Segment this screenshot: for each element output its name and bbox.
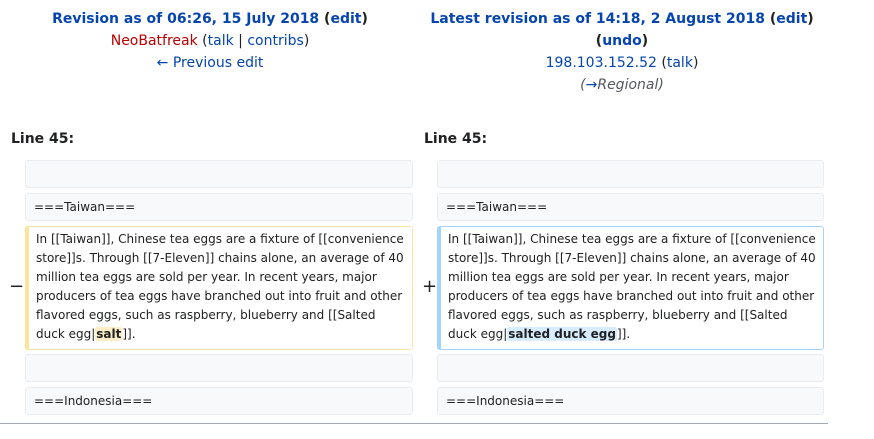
old-revision-link[interactable]: Revision as of 06:26, 15 July 2018 xyxy=(52,11,319,27)
deleted-word: salt xyxy=(95,327,123,341)
context-line-empty xyxy=(25,160,413,188)
added-line-text: In [[Taiwan]], Chinese tea eggs are a fi… xyxy=(448,232,816,341)
section-arrow-link[interactable]: → xyxy=(586,77,598,93)
line-number-right: Line 45: xyxy=(424,131,488,147)
new-revision-header: Latest revision as of 14:18, 2 August 20… xyxy=(412,8,832,96)
previous-edit-link[interactable]: ← Previous edit xyxy=(157,55,264,71)
new-revision-title: Latest revision as of 14:18, 2 August 20… xyxy=(430,11,814,27)
edit-summary: (→Regional) xyxy=(580,77,664,93)
old-revision-edit-link[interactable]: edit xyxy=(330,11,361,27)
section-name: Regional xyxy=(597,77,659,93)
new-revision-talk-link[interactable]: talk xyxy=(667,55,693,71)
diff-bottom-divider xyxy=(0,423,828,424)
context-line-heading: ===Taiwan=== xyxy=(437,193,824,221)
deleted-line-tail: ]]. xyxy=(122,327,136,341)
new-revision-link[interactable]: Latest revision as of 14:18, 2 August 20… xyxy=(430,11,765,27)
context-line-empty xyxy=(437,160,824,188)
added-word: salted duck egg xyxy=(507,327,617,341)
old-revision-contribs-link[interactable]: contribs xyxy=(247,33,303,49)
old-revision-user-link[interactable]: NeoBatfreak xyxy=(111,33,198,49)
old-revision-title: Revision as of 06:26, 15 July 2018 (edit… xyxy=(52,11,368,27)
undo-line: (undo) xyxy=(595,33,649,49)
new-revision-user-link[interactable]: 198.103.152.52 xyxy=(546,55,657,71)
deleted-line-text: In [[Taiwan]], Chinese tea eggs are a fi… xyxy=(36,232,404,341)
context-line-heading: ===Indonesia=== xyxy=(437,387,824,415)
undo-link[interactable]: undo xyxy=(602,33,642,49)
line-number-left: Line 45: xyxy=(11,131,75,147)
new-revision-edit-link[interactable]: edit xyxy=(776,11,807,27)
context-line-heading: ===Indonesia=== xyxy=(25,387,413,415)
context-line-heading: ===Taiwan=== xyxy=(25,193,413,221)
old-revision-user-line: NeoBatfreak (talk | contribs) xyxy=(110,33,310,49)
context-line-empty xyxy=(437,354,824,382)
old-revision-talk-link[interactable]: talk xyxy=(208,33,234,49)
addition-marker: + xyxy=(422,276,438,297)
old-revision-header: Revision as of 06:26, 15 July 2018 (edit… xyxy=(0,8,420,74)
context-line-empty xyxy=(25,354,413,382)
deletion-marker: − xyxy=(9,276,25,297)
deleted-line: In [[Taiwan]], Chinese tea eggs are a fi… xyxy=(25,226,413,350)
new-revision-user-line: 198.103.152.52 (talk) xyxy=(545,55,699,71)
added-line-tail: ]]. xyxy=(616,327,631,341)
added-line: In [[Taiwan]], Chinese tea eggs are a fi… xyxy=(437,226,824,350)
